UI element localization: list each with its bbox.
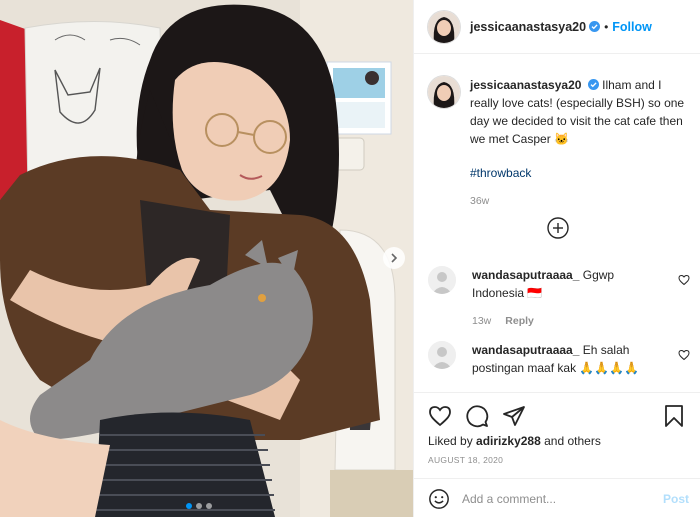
commenter-avatar[interactable]	[428, 266, 456, 294]
heart-icon[interactable]	[428, 404, 452, 428]
share-icon[interactable]	[502, 404, 526, 428]
post-actions: Liked by adirizky288 and others AUGUST 1…	[414, 392, 700, 517]
author-avatar[interactable]	[428, 10, 460, 43]
author-username[interactable]: jessicaanastasya20	[470, 20, 586, 34]
commenter-username[interactable]: wandasaputraaaa_	[472, 268, 579, 282]
carousel-dot	[186, 503, 192, 509]
carousel-next-button[interactable]	[383, 247, 405, 269]
verified-badge-icon	[587, 79, 599, 90]
comment-input[interactable]	[462, 491, 652, 506]
carousel-dot	[206, 503, 212, 509]
caption-timestamp[interactable]: 36w	[470, 192, 690, 210]
header-separator: •	[604, 19, 609, 34]
post-date[interactable]: AUGUST 18, 2020	[428, 455, 503, 465]
hashtag-link[interactable]: #throwback	[470, 164, 690, 182]
reply-button[interactable]: Reply	[505, 312, 534, 330]
comment-item: wandasaputraaaa_ Eh salah postingan maaf…	[428, 341, 690, 377]
liked-by-suffix[interactable]: and others	[544, 434, 601, 448]
comment-item: wandasaputraaaa_ Ggwp Indonesia 🇮🇩 13w R…	[428, 266, 690, 330]
post-header: jessicaanastasya20 • Follow	[414, 0, 700, 54]
commenter-username[interactable]: wandasaputraaaa_	[472, 343, 579, 357]
post-comment-button[interactable]: Post	[663, 492, 689, 506]
caption-username[interactable]: jessicaanastasya20	[470, 78, 581, 92]
post-caption: jessicaanastasya20 Ilham and I really lo…	[428, 76, 690, 210]
bookmark-icon[interactable]	[663, 404, 685, 428]
comment-timestamp[interactable]: 13w	[472, 312, 491, 330]
comment-composer: Post	[414, 478, 700, 517]
liked-by-user[interactable]: adirizky288	[476, 434, 541, 448]
carousel-dot	[196, 503, 202, 509]
commenter-avatar[interactable]	[428, 341, 456, 369]
heart-icon[interactable]	[678, 349, 690, 361]
carousel-indicator	[186, 503, 212, 509]
photo-illustration	[0, 0, 413, 517]
post-photo[interactable]	[0, 0, 413, 517]
follow-button[interactable]: Follow	[612, 20, 652, 34]
heart-icon[interactable]	[678, 274, 690, 286]
liked-by-prefix: Liked by	[428, 434, 473, 448]
post-side-panel: jessicaanastasya20 • Follow jessicaanast…	[413, 0, 700, 517]
emoji-icon[interactable]	[428, 488, 450, 510]
liked-by-text: Liked by adirizky288 and others	[428, 434, 601, 448]
load-more-comments-icon[interactable]	[546, 216, 570, 240]
verified-badge-icon	[589, 21, 601, 32]
caption-avatar[interactable]	[428, 76, 460, 108]
comment-icon[interactable]	[465, 404, 489, 428]
chevron-right-icon	[391, 253, 398, 263]
